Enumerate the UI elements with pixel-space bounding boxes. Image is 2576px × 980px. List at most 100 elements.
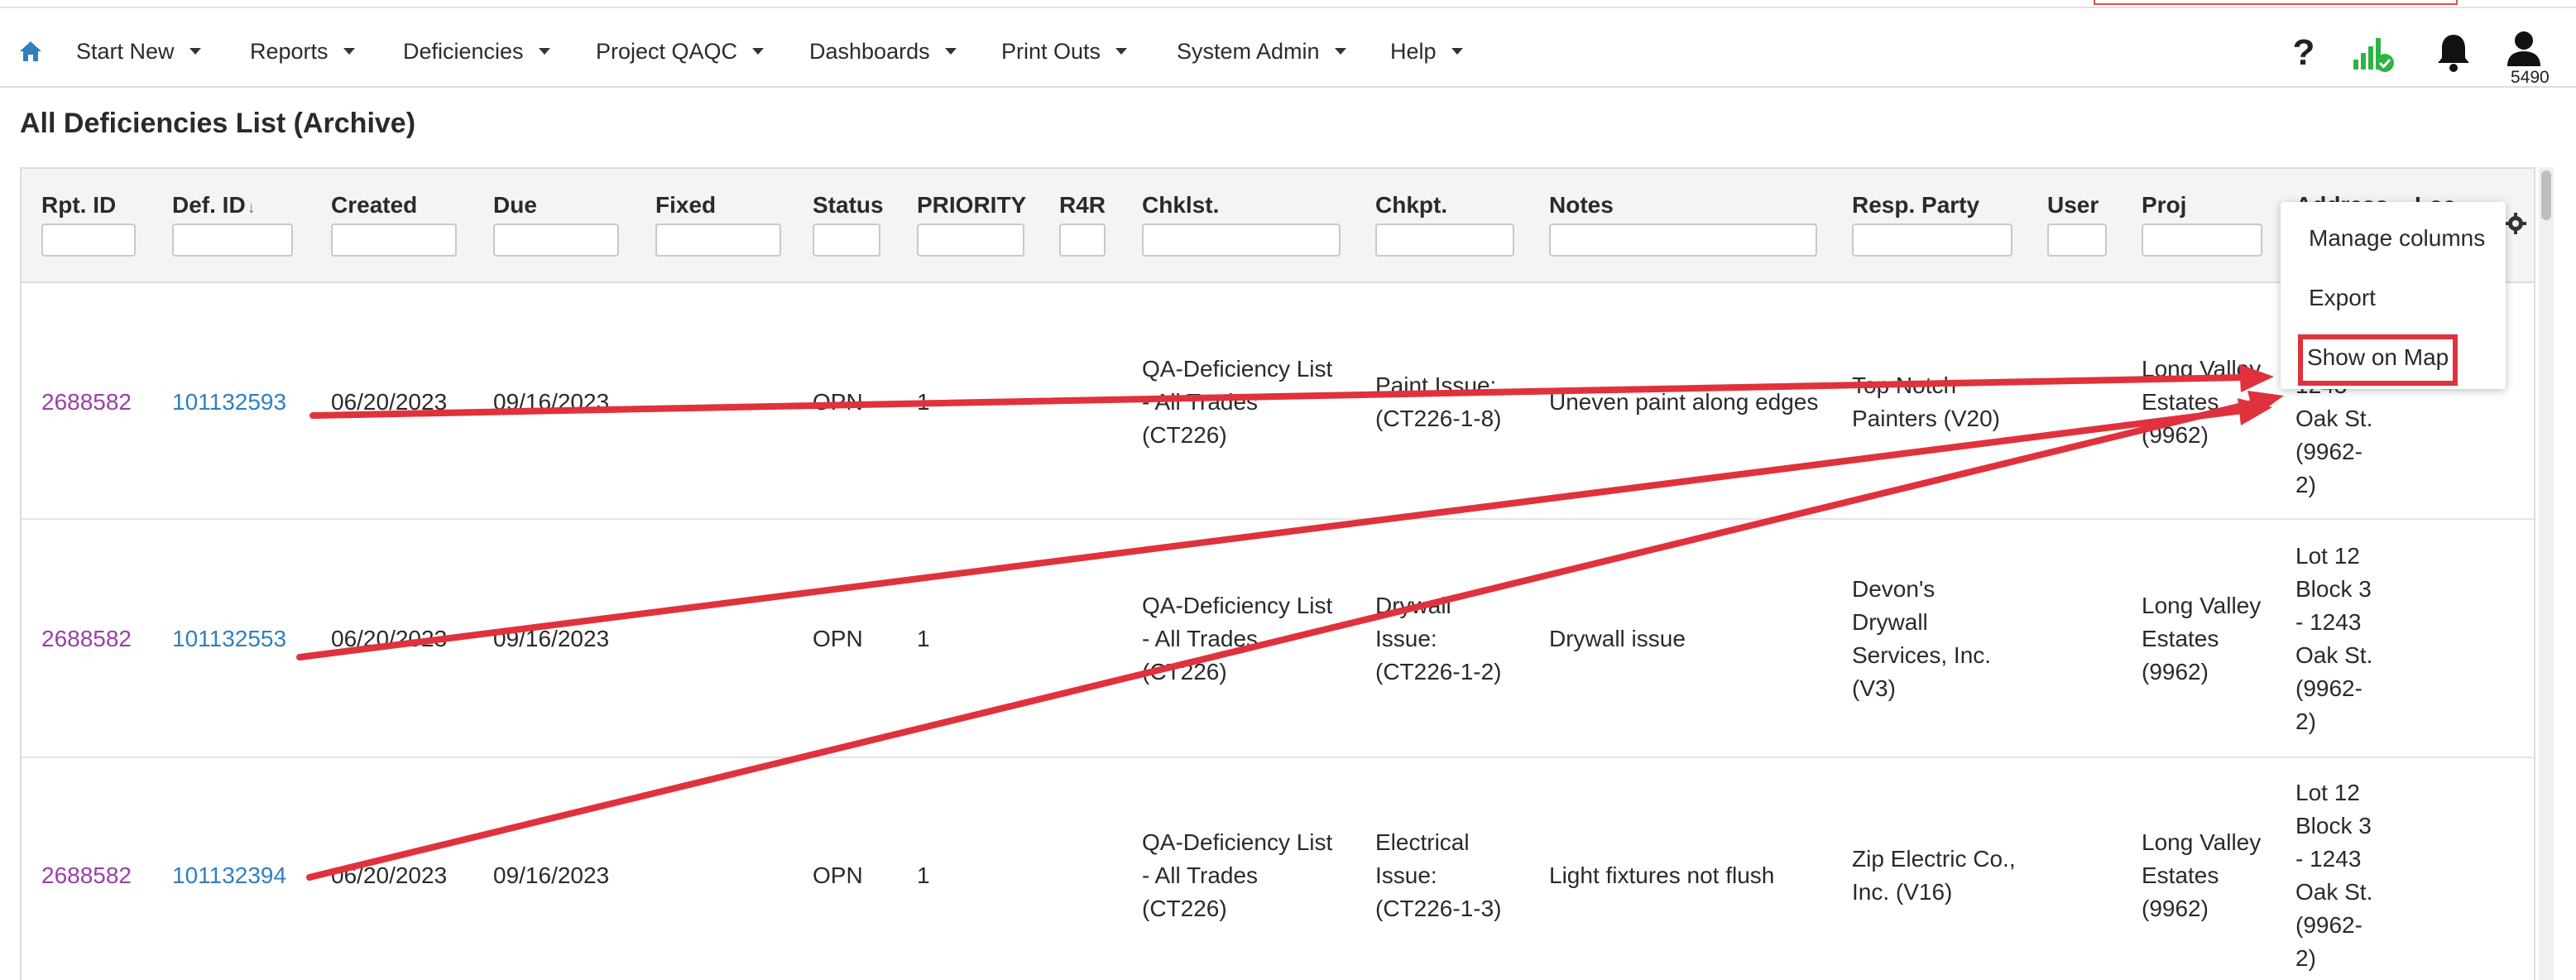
home-icon[interactable] bbox=[18, 40, 43, 63]
rpt-id-link[interactable]: 2688582 bbox=[41, 859, 132, 892]
nav-project-qaqc[interactable]: Project QAQC bbox=[596, 35, 765, 68]
proj-cell: Long Valley Estates (9962) bbox=[2142, 826, 2261, 925]
proj-cell: Long Valley Estates (9962) bbox=[2142, 353, 2261, 452]
user-icon[interactable] bbox=[2506, 30, 2542, 68]
chkpt-line: Electrical bbox=[1375, 829, 1470, 855]
col-head-priority[interactable]: PRIORITY bbox=[917, 192, 1026, 219]
resp-party-line: Zip Electric Co., bbox=[1852, 846, 2016, 872]
due-cell: 09/16/2023 bbox=[493, 626, 610, 651]
filter-user[interactable] bbox=[2047, 223, 2107, 257]
filter-created[interactable] bbox=[331, 223, 457, 257]
nav-project-qaqc-label: Project QAQC bbox=[596, 39, 738, 64]
filter-chklst[interactable] bbox=[1142, 223, 1341, 257]
filter-resp-party[interactable] bbox=[1852, 223, 2012, 257]
chklst-line: - All Trades bbox=[1142, 862, 1259, 888]
resp-party-line: Drywall bbox=[1852, 609, 1928, 635]
def-id-link[interactable]: 101132553 bbox=[172, 622, 286, 656]
col-head-user[interactable]: User bbox=[2047, 192, 2099, 219]
chkpt-cell: Drywall Issue: (CT226-1-2) bbox=[1375, 589, 1501, 689]
filter-notes[interactable] bbox=[1549, 223, 1817, 257]
col-head-fixed[interactable]: Fixed bbox=[655, 192, 716, 219]
nav-deficiencies-label: Deficiencies bbox=[403, 39, 524, 64]
caret-down-icon bbox=[1115, 48, 1128, 55]
address-line: 2) bbox=[2295, 945, 2316, 971]
page-title: All Deficiencies List (Archive) bbox=[20, 108, 416, 139]
rpt-id-link[interactable]: 2688582 bbox=[41, 622, 132, 656]
menu-export[interactable]: Export bbox=[2309, 285, 2376, 311]
resp-party-cell: Devon's Drywall Services, Inc. (V3) bbox=[1852, 573, 1991, 705]
address-line: - 1243 bbox=[2295, 609, 2362, 635]
filter-rpt-id[interactable] bbox=[41, 223, 136, 257]
proj-cell: Long Valley Estates (9962) bbox=[2142, 589, 2261, 689]
resp-party-line: (V3) bbox=[1852, 675, 1896, 701]
scrollbar-thumb[interactable] bbox=[2541, 171, 2551, 220]
caret-down-icon bbox=[343, 48, 355, 55]
chklst-line: (CT226) bbox=[1142, 422, 1227, 448]
address-line: Lot 12 bbox=[2295, 543, 2360, 569]
proj-line: (9962) bbox=[2142, 422, 2209, 448]
col-head-rpt-id[interactable]: Rpt. ID bbox=[41, 192, 116, 219]
created-cell: 06/20/2023 bbox=[331, 626, 448, 651]
created-cell: 06/20/2023 bbox=[331, 389, 448, 415]
address-line: 2) bbox=[2295, 709, 2316, 734]
nav-print-outs-label: Print Outs bbox=[1001, 39, 1101, 64]
filter-fixed[interactable] bbox=[655, 223, 781, 257]
table-row[interactable]: 2688582 101132394 06/20/2023 09/16/2023 … bbox=[22, 760, 2534, 980]
nav-deficiencies[interactable]: Deficiencies bbox=[403, 35, 550, 68]
svg-text:?: ? bbox=[2293, 32, 2315, 70]
col-head-notes[interactable]: Notes bbox=[1549, 192, 1614, 219]
status-cell: OPN bbox=[813, 626, 863, 651]
def-id-link[interactable]: 101132593 bbox=[172, 386, 286, 419]
filter-priority[interactable] bbox=[917, 223, 1024, 257]
menu-manage-columns[interactable]: Manage columns bbox=[2309, 225, 2485, 252]
col-head-chkpt[interactable]: Chkpt. bbox=[1375, 192, 1447, 219]
filter-def-id[interactable] bbox=[172, 223, 293, 257]
proj-line: Estates bbox=[2142, 626, 2219, 651]
nav-help[interactable]: Help bbox=[1390, 35, 1463, 68]
col-head-due[interactable]: Due bbox=[493, 192, 537, 219]
filter-due[interactable] bbox=[493, 223, 619, 257]
col-head-r4r[interactable]: R4R bbox=[1059, 192, 1106, 219]
col-head-chklst[interactable]: Chklst. bbox=[1142, 192, 1219, 219]
resp-party-line: Devon's bbox=[1852, 576, 1936, 602]
chkpt-line: (CT226-1-3) bbox=[1375, 896, 1502, 921]
bell-icon[interactable] bbox=[2434, 31, 2473, 73]
gear-icon[interactable] bbox=[2504, 212, 2527, 235]
proj-line: (9962) bbox=[2142, 896, 2209, 921]
chkpt-line: Drywall bbox=[1375, 593, 1451, 618]
chklst-line: (CT226) bbox=[1142, 896, 1227, 921]
nav-dashboards[interactable]: Dashboards bbox=[809, 35, 957, 68]
chklst-line: - All Trades bbox=[1142, 389, 1259, 415]
address-line: Block 3 bbox=[2295, 813, 2372, 838]
signal-icon[interactable] bbox=[2352, 33, 2395, 73]
filter-status[interactable] bbox=[813, 223, 880, 257]
caret-down-icon bbox=[944, 48, 957, 55]
table-row[interactable]: 2688582 101132553 06/20/2023 09/16/2023 … bbox=[22, 521, 2534, 758]
col-head-resp-party[interactable]: Resp. Party bbox=[1852, 192, 1979, 219]
grid-scrollbar[interactable] bbox=[2539, 167, 2554, 980]
caret-down-icon bbox=[189, 48, 201, 55]
filter-proj[interactable] bbox=[2142, 223, 2262, 257]
chklst-line: QA-Deficiency List bbox=[1142, 593, 1333, 618]
nav-start-new[interactable]: Start New bbox=[76, 35, 201, 68]
col-head-status[interactable]: Status bbox=[813, 192, 884, 219]
chkpt-line: Issue: bbox=[1375, 862, 1437, 888]
nav-print-outs[interactable]: Print Outs bbox=[1001, 35, 1128, 68]
col-head-proj[interactable]: Proj bbox=[2142, 192, 2186, 219]
status-cell: OPN bbox=[813, 389, 863, 415]
filter-r4r[interactable] bbox=[1059, 223, 1106, 257]
chklst-cell: QA-Deficiency List - All Trades (CT226) bbox=[1142, 826, 1332, 925]
rpt-id-link[interactable]: 2688582 bbox=[41, 386, 132, 419]
nav-reports[interactable]: Reports bbox=[250, 35, 355, 68]
address-line: Block 3 bbox=[2295, 576, 2372, 602]
nav-system-admin[interactable]: System Admin bbox=[1177, 35, 1346, 68]
table-row[interactable]: 2688582 101132593 06/20/2023 09/16/2023 … bbox=[22, 283, 2534, 520]
col-head-created[interactable]: Created bbox=[331, 192, 417, 219]
col-head-def-id[interactable]: Def. ID ↓ bbox=[172, 192, 256, 219]
chklst-cell: QA-Deficiency List - All Trades (CT226) bbox=[1142, 589, 1332, 689]
priority-cell: 1 bbox=[917, 389, 930, 415]
help-icon[interactable]: ? bbox=[2291, 31, 2317, 70]
notes-cell: Light fixtures not flush bbox=[1549, 862, 1775, 888]
def-id-link[interactable]: 101132394 bbox=[172, 859, 286, 892]
filter-chkpt[interactable] bbox=[1375, 223, 1514, 257]
